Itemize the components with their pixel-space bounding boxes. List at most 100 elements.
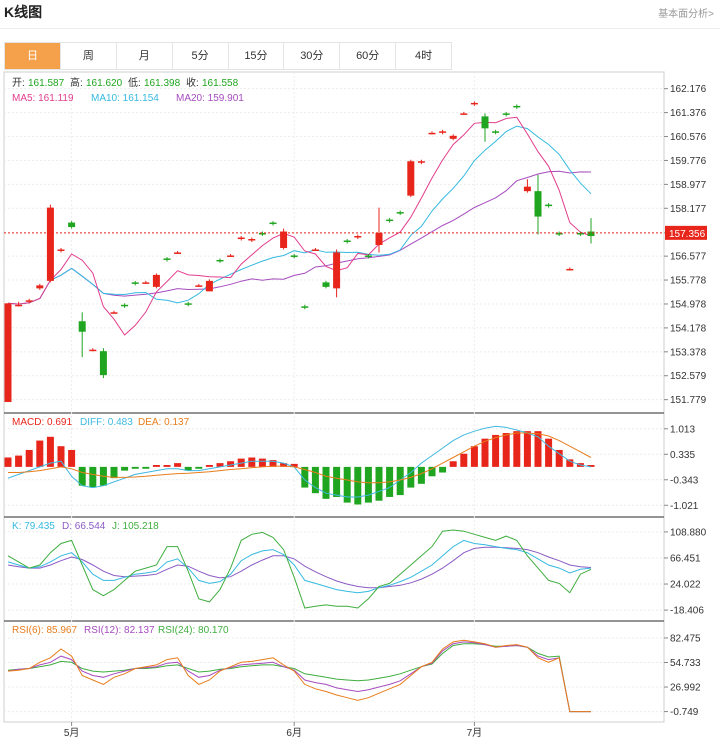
candle-body — [68, 222, 76, 228]
rsi-axis-tick-label: 54.733 — [670, 658, 701, 669]
candle-body — [269, 222, 277, 225]
candle-body — [301, 306, 309, 308]
macd-bar — [195, 466, 203, 469]
macd-axis-tick-label: -1.021 — [670, 501, 699, 512]
macd-bar — [449, 461, 457, 467]
price-axis-tick-label: 158.177 — [670, 204, 707, 215]
price-axis-tick-label: 156.577 — [670, 252, 707, 263]
price-axis-tick-label: 151.779 — [670, 395, 707, 406]
price-axis-tick-label: 154.978 — [670, 299, 707, 310]
macd-bar — [375, 466, 383, 501]
macd-bar — [364, 466, 372, 503]
candle-body — [78, 321, 86, 332]
candle-body — [311, 249, 319, 251]
ma-legend-item: MA10: 161.154 — [91, 93, 159, 104]
candle-body — [566, 268, 574, 271]
macd-bar — [248, 457, 256, 467]
macd-bar — [89, 466, 97, 488]
candle-body — [354, 236, 362, 238]
macd-axis-tick-label: 1.013 — [670, 424, 695, 435]
rsi-legend-item: RSI(12): 82.137 — [84, 625, 155, 636]
candle-body — [57, 249, 65, 251]
ma-legend-item: MA5: 161.119 — [12, 93, 74, 104]
ohlc-legend-label: 低: — [128, 76, 141, 89]
candle-body — [195, 285, 203, 287]
price-axis-tick-label: 161.376 — [670, 108, 707, 119]
kdj-legend-item: K: 79.435 — [12, 521, 55, 532]
candle-body — [121, 304, 129, 307]
d-line — [7, 546, 592, 589]
macd-bar — [68, 449, 76, 467]
macd-bar — [15, 455, 23, 467]
macd-bar — [142, 466, 150, 469]
candle-body — [248, 239, 256, 241]
candle-body — [523, 186, 531, 192]
macd-bar — [439, 466, 447, 473]
ohlc-legend-value: 161.398 — [144, 78, 181, 89]
rsi12-line — [7, 641, 591, 713]
ohlc-legend-label: 收: — [186, 76, 199, 89]
candle-body — [439, 131, 447, 133]
candle-body — [460, 113, 468, 115]
macd-axis-tick-label: 0.335 — [670, 450, 695, 461]
candle-body — [152, 274, 160, 287]
price-axis-tick-label: 158.977 — [670, 180, 707, 191]
macd-bar — [174, 463, 182, 467]
macd-bar — [57, 446, 65, 467]
rsi-legend-item: RSI(6): 85.967 — [12, 625, 77, 636]
kline-chart[interactable]: 162.176 161.376 160.576 159.776 158.977 158.1… — [0, 0, 720, 749]
candle-body — [322, 282, 330, 287]
macd-bar — [110, 466, 118, 479]
x-tick-label: 6月 — [286, 727, 302, 739]
candle-body — [131, 282, 139, 284]
candle-body — [36, 285, 44, 289]
candle-body — [163, 258, 171, 260]
ohlc-legend-value: 161.620 — [86, 78, 123, 89]
price-axis-tick-label: 155.778 — [670, 276, 707, 287]
candle-body — [205, 280, 213, 292]
macd-bar — [566, 459, 574, 467]
price-axis-tick-label: 162.176 — [670, 84, 707, 95]
macd-bar — [513, 431, 521, 467]
candle-body — [216, 259, 224, 262]
price-axis-tick-label: 153.378 — [670, 347, 707, 358]
macd-bar — [460, 453, 468, 467]
macd-bar — [4, 457, 12, 467]
kdj-axis-tick-label: 66.451 — [670, 553, 701, 564]
macd-bar — [36, 440, 44, 467]
macd-legend-item: DEA: 0.137 — [138, 417, 190, 428]
ohlc-legend-label: 高: — [70, 76, 83, 89]
macd-bar — [545, 438, 553, 467]
macd-bar — [25, 449, 33, 467]
macd-bar — [205, 465, 213, 467]
macd-bar — [333, 466, 341, 497]
price-axis-tick-label: 160.576 — [670, 132, 707, 143]
kdj-axis-tick-label: -18.406 — [670, 606, 704, 617]
candle-body — [110, 312, 118, 314]
candle-body — [280, 231, 288, 248]
rsi-axis-tick-label: 82.475 — [670, 633, 701, 644]
candle-body — [25, 300, 33, 302]
candle-body — [492, 131, 500, 133]
candle-body — [184, 303, 192, 305]
kdj-legend-item: D: 66.544 — [62, 521, 106, 532]
macd-bar — [163, 465, 171, 467]
macd-bar — [121, 466, 129, 471]
candle-body — [386, 219, 394, 222]
macd-bar — [258, 458, 266, 467]
price-axis-tick-label: 159.776 — [670, 156, 707, 167]
candle-body — [417, 161, 425, 163]
candle-body — [470, 102, 478, 105]
kdj-axis-tick-label: 108.880 — [670, 527, 707, 538]
kdj-axis-tick-label: 24.022 — [670, 580, 701, 591]
candle-body — [449, 135, 457, 139]
j-line — [7, 529, 592, 609]
candle-body — [89, 349, 97, 352]
macd-bar — [470, 446, 478, 467]
candle-body — [534, 191, 542, 217]
macd-bar — [396, 466, 404, 496]
x-tick-label: 7月 — [467, 727, 483, 739]
candle-body — [513, 105, 521, 108]
macd-legend-item: MACD: 0.691 — [12, 417, 72, 428]
ohlc-legend-value: 161.558 — [202, 78, 239, 89]
